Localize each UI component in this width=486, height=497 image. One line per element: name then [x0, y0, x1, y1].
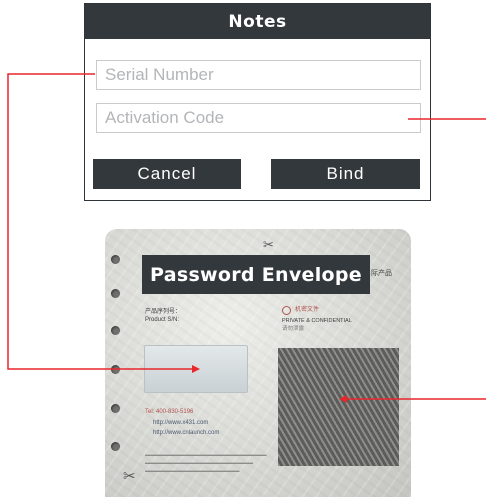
callout-annotations — [7, 73, 486, 403]
serial-number-callout-line — [7, 73, 200, 373]
